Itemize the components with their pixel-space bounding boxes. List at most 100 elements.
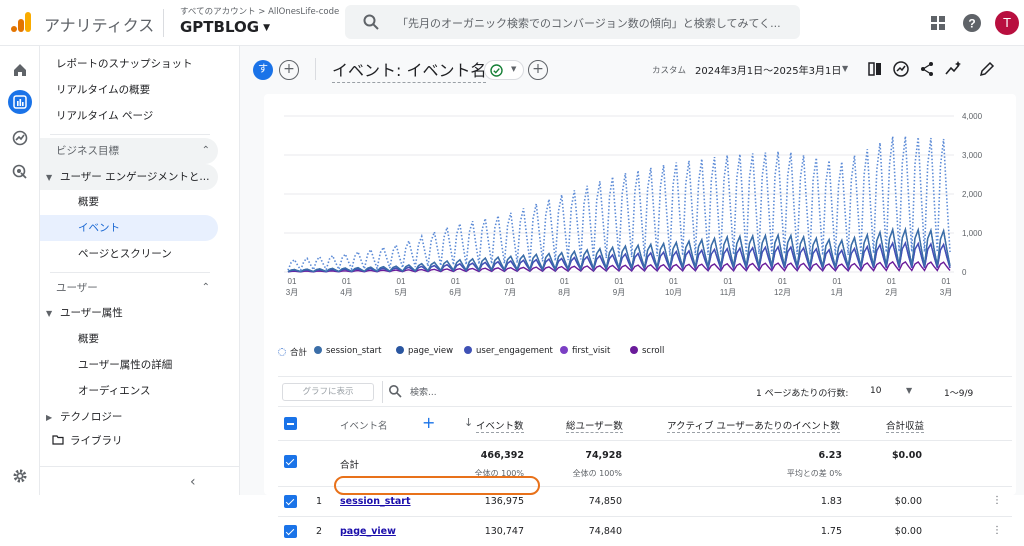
advertising-icon[interactable]: [8, 160, 32, 184]
comparison-chip[interactable]: す: [253, 60, 273, 80]
total-users: 74,840: [588, 526, 622, 537]
x-tick-label: 01: [560, 277, 569, 286]
sidebar-item-pages-screens[interactable]: ページとスクリーン: [40, 241, 218, 267]
x-tick-label: 01: [833, 277, 842, 286]
date-range-value[interactable]: 2024年3月1日～2025年3月1日: [695, 62, 841, 77]
sidebar-item-user-details[interactable]: ユーザー属性の詳細: [40, 352, 218, 378]
reports-icon[interactable]: [8, 90, 32, 114]
sidebar-item-engagement[interactable]: ▼ ユーザー エンゲージメントと...: [40, 164, 218, 190]
legend-entry[interactable]: scroll: [630, 346, 664, 356]
analytics-logo-icon[interactable]: [10, 11, 32, 33]
row-checkbox[interactable]: [284, 455, 297, 468]
sidebar-item-realtime-overview[interactable]: リアルタイムの概要: [40, 77, 218, 103]
legend-entry[interactable]: 合計: [278, 346, 307, 358]
column-header-total-revenue[interactable]: 合計収益: [886, 418, 925, 433]
row-checkbox[interactable]: [284, 525, 297, 538]
caret-down-icon[interactable]: ▼: [842, 64, 848, 73]
row-checkbox[interactable]: [284, 495, 297, 508]
column-header-events-per-user[interactable]: アクティブ ユーザーあたりのイベント数: [667, 418, 840, 433]
edit-pencil-icon[interactable]: [978, 60, 996, 78]
check-circle-icon: [490, 64, 503, 77]
item-label: ユーザー エンゲージメントと...: [60, 171, 210, 183]
x-tick-label: 7月: [504, 288, 516, 297]
insights-icon[interactable]: [892, 60, 910, 78]
x-tick-label: 01: [778, 277, 787, 286]
caret-down-icon: ▼: [46, 309, 53, 318]
collapse-sidebar-chevron-icon[interactable]: ‹: [190, 474, 196, 490]
event-name-link[interactable]: session_start: [340, 496, 411, 507]
rows-per-page-select[interactable]: 10: [870, 386, 881, 396]
avatar[interactable]: T: [995, 11, 1019, 35]
legend-entry[interactable]: page_view: [396, 346, 453, 356]
sidebar-item-library[interactable]: ライブラリ: [40, 428, 218, 454]
search-bar[interactable]: 「先月のオーガニック検索でのコンバージョン数の傾向」と検索してみてく...: [345, 5, 800, 39]
add-filter-plus-icon[interactable]: +: [528, 60, 548, 80]
more-vert-icon[interactable]: ⋮: [992, 525, 1002, 536]
legend-swatch: [314, 346, 322, 354]
property-selector[interactable]: GPTBLOG ▼: [180, 18, 270, 36]
compare-columns-icon[interactable]: [866, 60, 884, 78]
sidebar-item-events[interactable]: イベント: [40, 215, 218, 241]
legend-entry[interactable]: user_engagement: [464, 346, 553, 356]
pagination-range: 1～9/9: [944, 389, 974, 399]
trend-sparkle-icon[interactable]: [944, 60, 962, 78]
x-tick-label: 01: [506, 277, 515, 286]
item-label: ライブラリ: [70, 435, 123, 447]
total-label: 合計: [340, 460, 360, 471]
account-breadcrumb[interactable]: すべてのアカウント > AllOnesLife-code: [180, 5, 339, 17]
sidebar-item-user-attributes[interactable]: ▼ ユーザー属性: [40, 300, 218, 326]
y-tick-label: 0: [962, 268, 967, 277]
events-line-chart[interactable]: 4,000 3,000 2,000 1,000 0 01 3月 01 4月 01 5月 01 6月 01 7…: [264, 94, 1016, 354]
event-count: 136,975: [484, 496, 524, 507]
report-card: 4,000 3,000 2,000 1,000 0 01 3月 01 4月 01 5月 01 6月 01 7…: [264, 94, 1016, 538]
table-search-input[interactable]: 検索...: [410, 385, 437, 398]
sidebar-item-technology[interactable]: ▶ テクノロジー: [40, 404, 218, 430]
total-users: 74,850: [588, 496, 622, 507]
property-name: GPTBLOG: [180, 18, 260, 36]
events-per-user: 1.75: [820, 526, 842, 537]
select-all-checkbox[interactable]: [284, 417, 297, 430]
column-header-total-users[interactable]: 総ユーザー数: [566, 418, 623, 433]
settings-gear-icon[interactable]: [8, 464, 32, 488]
home-icon[interactable]: [8, 58, 32, 82]
status-dropdown[interactable]: ▼: [484, 60, 524, 80]
x-tick-label: 3月: [286, 288, 298, 297]
show-in-graph-button[interactable]: グラフに表示: [282, 383, 374, 401]
sidebar-item-engagement-overview[interactable]: 概要: [40, 189, 218, 215]
more-vert-icon[interactable]: ⋮: [992, 495, 1002, 506]
svg-text:?: ?: [968, 17, 975, 31]
legend-swatch: [278, 348, 286, 356]
total-users-share: 全体の 100%: [572, 469, 622, 478]
sidebar-item-realtime-pages[interactable]: リアルタイム ページ: [40, 103, 218, 129]
explore-icon[interactable]: [8, 126, 32, 150]
help-icon[interactable]: ?: [962, 13, 982, 33]
main-content: す + イベント: イベント名 ▼ + カスタム 2024年3月1日～2025年…: [240, 46, 1024, 538]
x-tick-label: 01: [451, 277, 460, 286]
event-name-link[interactable]: page_view: [340, 526, 396, 537]
sidebar-item-audiences[interactable]: オーディエンス: [40, 378, 218, 404]
legend-label: 合計: [290, 348, 308, 358]
legend-entry[interactable]: session_start: [314, 346, 382, 356]
legend-label: page_view: [408, 346, 454, 356]
row-rank: 2: [316, 526, 323, 537]
sidebar-group-user[interactable]: ユーザー ⌃: [40, 275, 218, 301]
total-revenue: $0.00: [891, 450, 922, 461]
item-label: テクノロジー: [60, 411, 123, 423]
sidebar: レポートのスナップショット リアルタイムの概要 リアルタイム ページ ビジネス目…: [40, 46, 240, 495]
page-title[interactable]: イベント: イベント名: [332, 57, 487, 83]
column-header-event-count[interactable]: イベント数: [476, 418, 524, 433]
add-dimension-plus-icon[interactable]: +: [422, 413, 435, 432]
sidebar-item-snapshot[interactable]: レポートのスナップショット: [40, 51, 218, 77]
report-header: す + イベント: イベント名 ▼ + カスタム 2024年3月1日～2025年…: [240, 46, 1024, 92]
sort-arrow-down-icon[interactable]: ↓: [464, 416, 473, 429]
divider: [382, 381, 383, 403]
share-icon[interactable]: [918, 60, 936, 78]
sidebar-item-user-overview[interactable]: 概要: [40, 326, 218, 352]
x-tick-label: 01: [615, 277, 624, 286]
add-comparison-plus-icon[interactable]: +: [279, 60, 299, 80]
caret-down-icon[interactable]: ▼: [906, 386, 912, 395]
column-header-event-name[interactable]: イベント名: [340, 418, 388, 432]
apps-grid-icon[interactable]: [928, 13, 948, 33]
sidebar-group-business[interactable]: ビジネス目標 ⌃: [40, 138, 218, 164]
legend-entry[interactable]: first_visit: [560, 346, 610, 356]
